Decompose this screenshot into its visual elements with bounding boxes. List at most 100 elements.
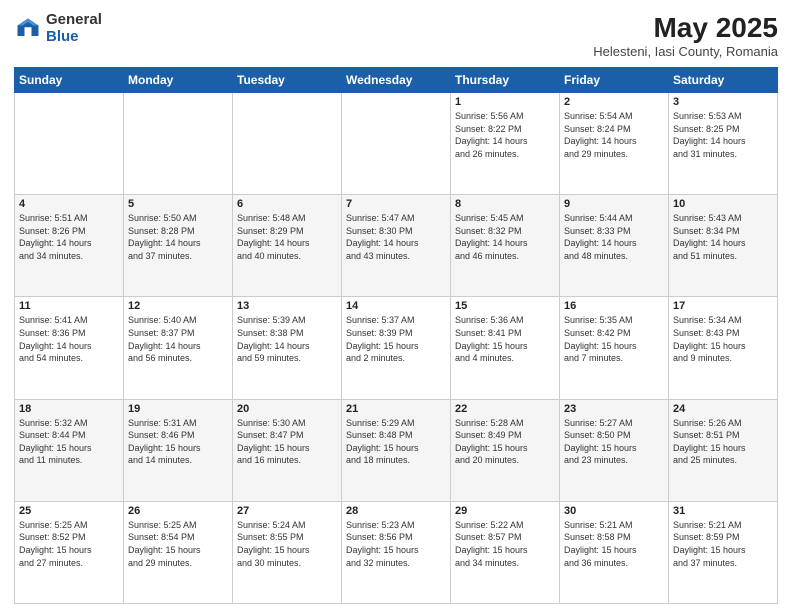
table-row — [233, 93, 342, 195]
table-row: 6Sunrise: 5:48 AMSunset: 8:29 PMDaylight… — [233, 195, 342, 297]
week-row-2: 4 Sunrise: 5:51 AMSunset: 8:26 PMDaylight… — [15, 195, 778, 297]
page: General Blue May 2025 Helesteni, Iasi Co… — [0, 0, 792, 612]
header-thursday: Thursday — [451, 68, 560, 93]
table-row — [342, 93, 451, 195]
table-row: 3 Sunrise: 5:53 AMSunset: 8:25 PMDaylight… — [669, 93, 778, 195]
day-number-25: 25 — [19, 505, 119, 517]
table-row: 9 Sunrise: 5:44 AMSunset: 8:33 PMDaylight… — [560, 195, 669, 297]
table-row: 8 Sunrise: 5:45 AMSunset: 8:32 PMDaylight… — [451, 195, 560, 297]
day-info-27: Sunrise: 5:24 AMSunset: 8:55 PMDaylight:… — [237, 519, 337, 569]
day-number-8: 8 — [455, 198, 555, 210]
table-row: 21 Sunrise: 5:29 AMSunset: 8:48 PMDayligh… — [342, 399, 451, 501]
day-info-10: Sunrise: 5:43 AMSunset: 8:34 PMDaylight:… — [673, 212, 773, 262]
logo-icon — [14, 15, 42, 43]
logo-general-text: General — [46, 12, 102, 29]
day-number-22: 22 — [455, 403, 555, 415]
day-info-16: Sunrise: 5:35 AMSunset: 8:42 PMDaylight:… — [564, 314, 664, 364]
table-row: 18 Sunrise: 5:32 AMSunset: 8:44 PMDayligh… — [15, 399, 124, 501]
table-row: 26Sunrise: 5:25 AMSunset: 8:54 PMDayligh… — [124, 501, 233, 603]
day-number-1: 1 — [455, 96, 555, 108]
table-row: 29 Sunrise: 5:22 AMSunset: 8:57 PMDayligh… — [451, 501, 560, 603]
day-number-17: 17 — [673, 300, 773, 312]
day-info-23: Sunrise: 5:27 AMSunset: 8:50 PMDaylight:… — [564, 417, 664, 467]
day-info-3: Sunrise: 5:53 AMSunset: 8:25 PMDaylight:… — [673, 110, 773, 160]
weekday-header-row: Sunday Monday Tuesday Wednesday Thursday… — [15, 68, 778, 93]
day-info-7: Sunrise: 5:47 AMSunset: 8:30 PMDaylight:… — [346, 212, 446, 262]
day-number-21: 21 — [346, 403, 446, 415]
header: General Blue May 2025 Helesteni, Iasi Co… — [14, 12, 778, 59]
day-number-29: 29 — [455, 505, 555, 517]
table-row: 30 Sunrise: 5:21 AMSunset: 8:58 PMDayligh… — [560, 501, 669, 603]
calendar: Sunday Monday Tuesday Wednesday Thursday… — [14, 67, 778, 604]
day-info-12: Sunrise: 5:40 AMSunset: 8:37 PMDaylight:… — [128, 314, 228, 364]
week-row-1: 1Sunrise: 5:56 AMSunset: 8:22 PMDaylight… — [15, 93, 778, 195]
day-info-9: Sunrise: 5:44 AMSunset: 8:33 PMDaylight:… — [564, 212, 664, 262]
day-number-7: 7 — [346, 198, 446, 210]
table-row: 27Sunrise: 5:24 AMSunset: 8:55 PMDayligh… — [233, 501, 342, 603]
day-info-15: Sunrise: 5:36 AMSunset: 8:41 PMDaylight:… — [455, 314, 555, 364]
day-info-29: Sunrise: 5:22 AMSunset: 8:57 PMDaylight:… — [455, 519, 555, 569]
table-row: 31 Sunrise: 5:21 AMSunset: 8:59 PMDayligh… — [669, 501, 778, 603]
table-row: 23 Sunrise: 5:27 AMSunset: 8:50 PMDayligh… — [560, 399, 669, 501]
table-row — [15, 93, 124, 195]
table-row: 16 Sunrise: 5:35 AMSunset: 8:42 PMDayligh… — [560, 297, 669, 399]
day-number-3: 3 — [673, 96, 773, 108]
table-row: 22Sunrise: 5:28 AMSunset: 8:49 PMDayligh… — [451, 399, 560, 501]
day-info-8: Sunrise: 5:45 AMSunset: 8:32 PMDaylight:… — [455, 212, 555, 262]
day-number-16: 16 — [564, 300, 664, 312]
day-number-30: 30 — [564, 505, 664, 517]
logo: General Blue — [14, 12, 102, 45]
title-block: May 2025 Helesteni, Iasi County, Romania — [593, 12, 778, 59]
header-friday: Friday — [560, 68, 669, 93]
week-row-4: 18 Sunrise: 5:32 AMSunset: 8:44 PMDayligh… — [15, 399, 778, 501]
table-row: 10 Sunrise: 5:43 AMSunset: 8:34 PMDayligh… — [669, 195, 778, 297]
day-info-4: Sunrise: 5:51 AMSunset: 8:26 PMDaylight:… — [19, 212, 119, 262]
subtitle: Helesteni, Iasi County, Romania — [593, 44, 778, 59]
day-info-31: Sunrise: 5:21 AMSunset: 8:59 PMDaylight:… — [673, 519, 773, 569]
header-tuesday: Tuesday — [233, 68, 342, 93]
day-info-2: Sunrise: 5:54 AMSunset: 8:24 PMDaylight:… — [564, 110, 664, 160]
day-number-11: 11 — [19, 300, 119, 312]
day-number-18: 18 — [19, 403, 119, 415]
table-row: 17Sunrise: 5:34 AMSunset: 8:43 PMDayligh… — [669, 297, 778, 399]
day-number-14: 14 — [346, 300, 446, 312]
day-number-20: 20 — [237, 403, 337, 415]
day-number-13: 13 — [237, 300, 337, 312]
day-number-10: 10 — [673, 198, 773, 210]
day-number-31: 31 — [673, 505, 773, 517]
header-wednesday: Wednesday — [342, 68, 451, 93]
day-number-23: 23 — [564, 403, 664, 415]
table-row: 12Sunrise: 5:40 AMSunset: 8:37 PMDayligh… — [124, 297, 233, 399]
day-info-30: Sunrise: 5:21 AMSunset: 8:58 PMDaylight:… — [564, 519, 664, 569]
table-row: 2Sunrise: 5:54 AMSunset: 8:24 PMDaylight… — [560, 93, 669, 195]
day-info-11: Sunrise: 5:41 AMSunset: 8:36 PMDaylight:… — [19, 314, 119, 364]
week-row-5: 25Sunrise: 5:25 AMSunset: 8:52 PMDayligh… — [15, 501, 778, 603]
day-number-15: 15 — [455, 300, 555, 312]
day-number-4: 4 — [19, 198, 119, 210]
day-info-5: Sunrise: 5:50 AMSunset: 8:28 PMDaylight:… — [128, 212, 228, 262]
day-number-19: 19 — [128, 403, 228, 415]
logo-blue-text: Blue — [46, 29, 102, 46]
table-row: 28Sunrise: 5:23 AMSunset: 8:56 PMDayligh… — [342, 501, 451, 603]
logo-text: General Blue — [46, 12, 102, 45]
day-info-18: Sunrise: 5:32 AMSunset: 8:44 PMDaylight:… — [19, 417, 119, 467]
day-info-13: Sunrise: 5:39 AMSunset: 8:38 PMDaylight:… — [237, 314, 337, 364]
header-sunday: Sunday — [15, 68, 124, 93]
day-info-26: Sunrise: 5:25 AMSunset: 8:54 PMDaylight:… — [128, 519, 228, 569]
table-row: 7 Sunrise: 5:47 AMSunset: 8:30 PMDaylight… — [342, 195, 451, 297]
day-number-28: 28 — [346, 505, 446, 517]
main-title: May 2025 — [593, 12, 778, 44]
day-number-24: 24 — [673, 403, 773, 415]
day-number-9: 9 — [564, 198, 664, 210]
table-row: 4 Sunrise: 5:51 AMSunset: 8:26 PMDaylight… — [15, 195, 124, 297]
table-row: 15 Sunrise: 5:36 AMSunset: 8:41 PMDayligh… — [451, 297, 560, 399]
day-info-19: Sunrise: 5:31 AMSunset: 8:46 PMDaylight:… — [128, 417, 228, 467]
header-monday: Monday — [124, 68, 233, 93]
day-info-24: Sunrise: 5:26 AMSunset: 8:51 PMDaylight:… — [673, 417, 773, 467]
day-info-21: Sunrise: 5:29 AMSunset: 8:48 PMDaylight:… — [346, 417, 446, 467]
table-row — [124, 93, 233, 195]
table-row: 24 Sunrise: 5:26 AMSunset: 8:51 PMDayligh… — [669, 399, 778, 501]
table-row: 19 Sunrise: 5:31 AMSunset: 8:46 PMDayligh… — [124, 399, 233, 501]
table-row: 14Sunrise: 5:37 AMSunset: 8:39 PMDayligh… — [342, 297, 451, 399]
day-number-5: 5 — [128, 198, 228, 210]
